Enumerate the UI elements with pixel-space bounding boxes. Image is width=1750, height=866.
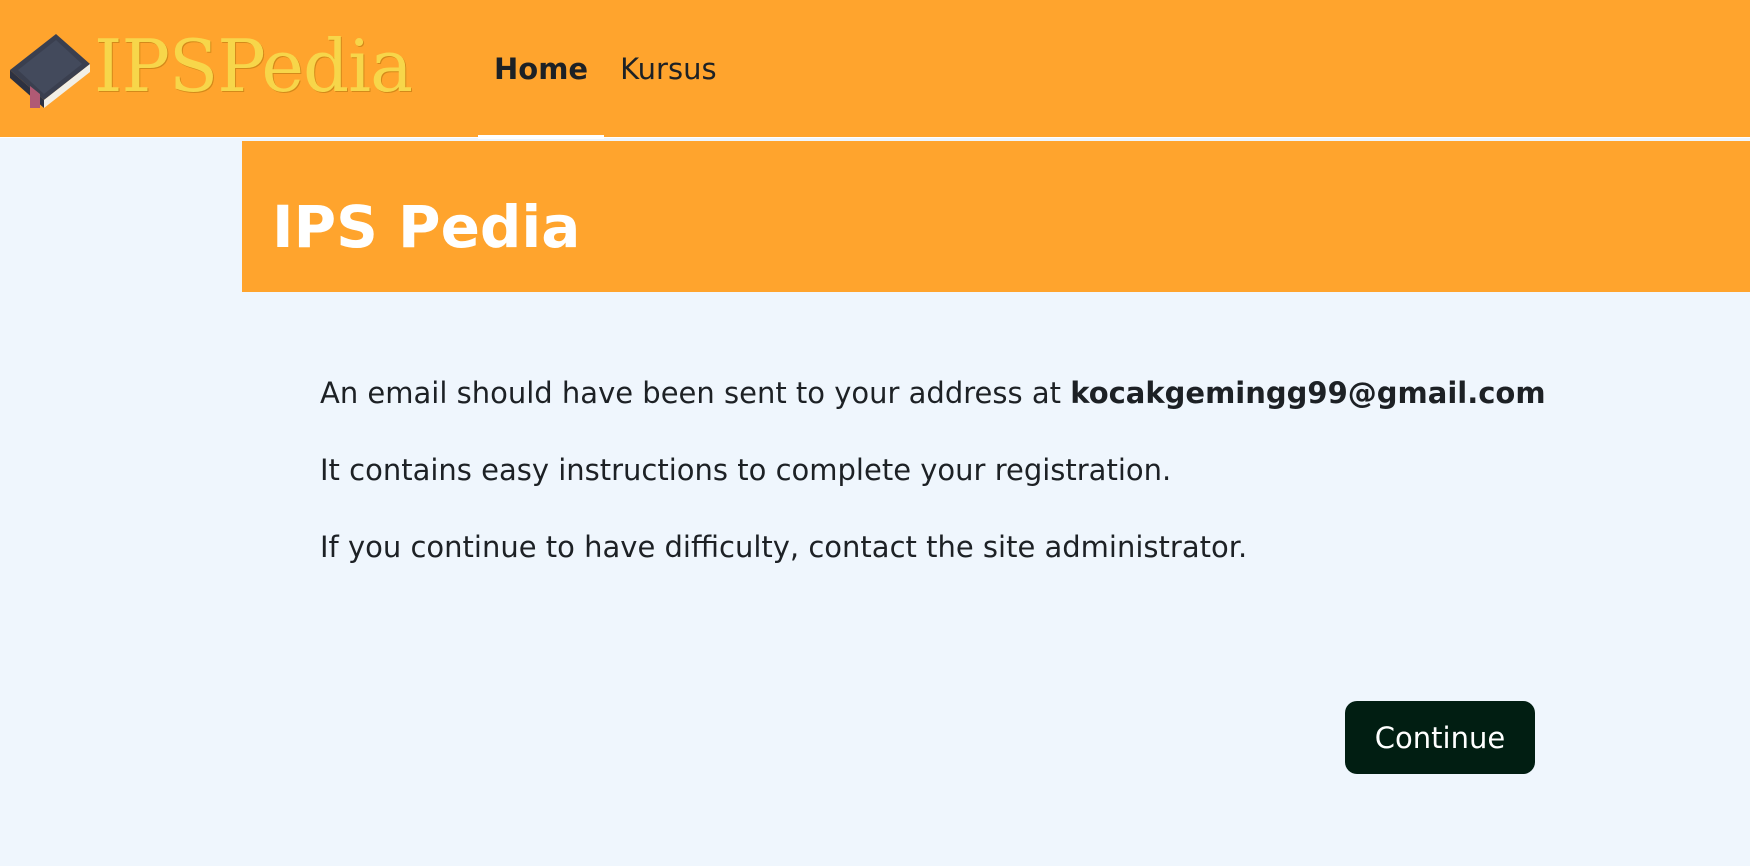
brand-logo-link[interactable]: IPSPedia bbox=[4, 24, 413, 108]
book-icon bbox=[4, 24, 92, 108]
primary-nav: Home Kursus bbox=[478, 0, 733, 139]
nav-item-kursus-label: Kursus bbox=[620, 52, 717, 86]
email-sent-text: An email should have been sent to your a… bbox=[320, 376, 1071, 410]
nav-item-home-label: Home bbox=[494, 52, 589, 86]
instructions-notice: It contains easy instructions to complet… bbox=[320, 453, 1172, 487]
brand-name: IPSPedia bbox=[94, 24, 413, 108]
page-title: IPS Pedia bbox=[272, 193, 581, 261]
nav-item-home[interactable]: Home bbox=[478, 0, 605, 139]
page-header: IPS Pedia bbox=[242, 141, 1750, 292]
difficulty-notice: If you continue to have difficulty, cont… bbox=[320, 530, 1248, 564]
nav-item-kursus[interactable]: Kursus bbox=[604, 0, 732, 138]
navbar: IPSPedia Home Kursus bbox=[0, 0, 1750, 139]
email-sent-notice: An email should have been sent to your a… bbox=[320, 375, 1640, 412]
confirmation-message: An email should have been sent to your a… bbox=[320, 375, 1640, 606]
continue-button[interactable]: Continue bbox=[1345, 701, 1535, 774]
email-address: kocakgemingg99@gmail.com bbox=[1070, 376, 1546, 410]
